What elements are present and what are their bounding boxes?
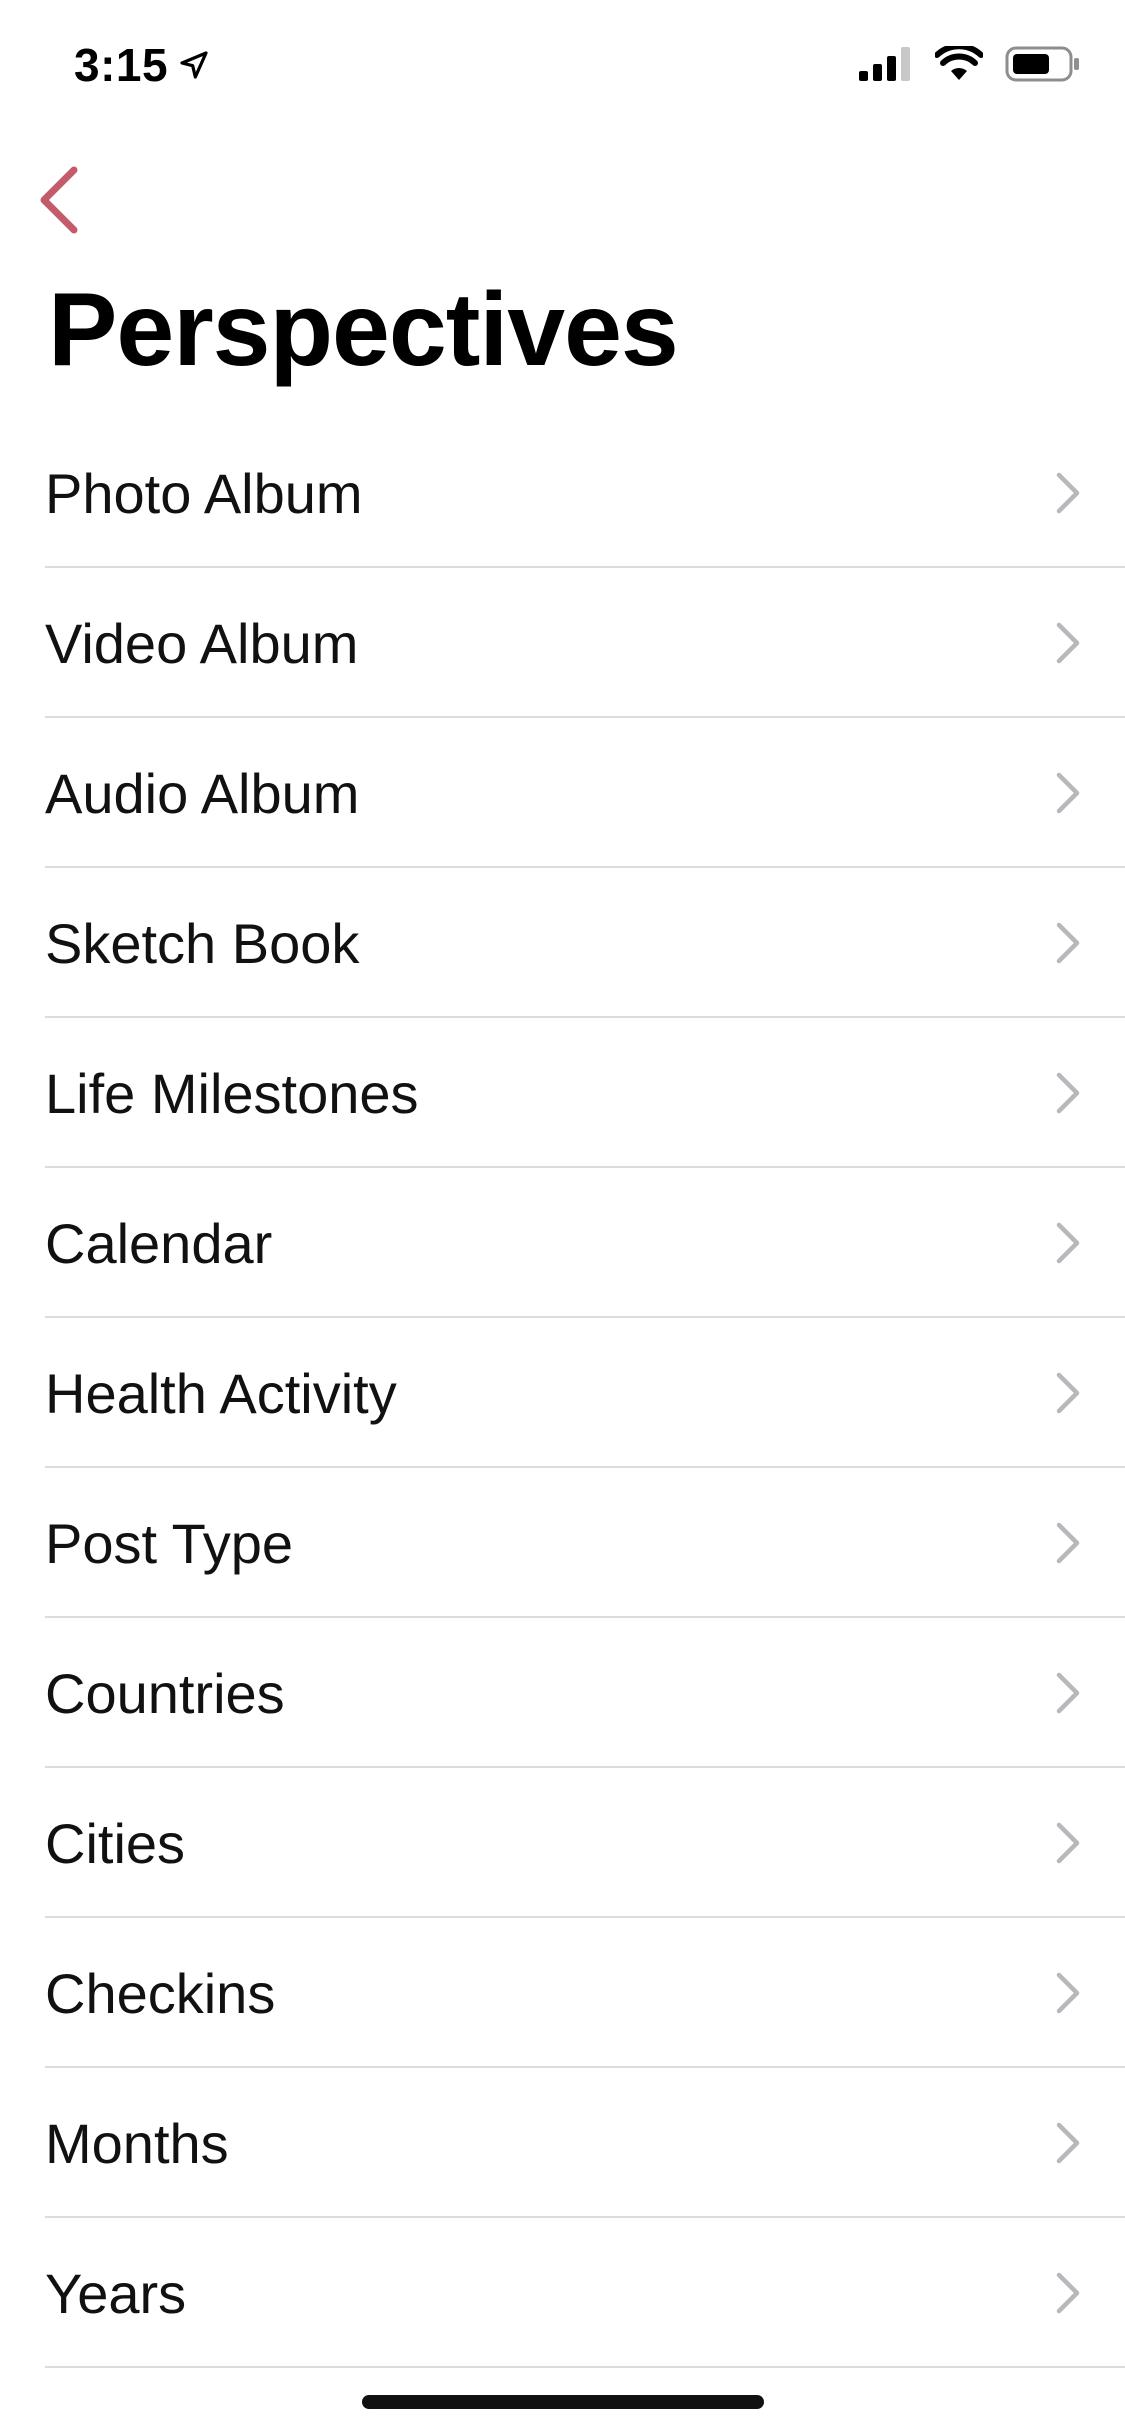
perspectives-list: Photo Album Video Album Audio Album Sket… <box>0 418 1125 2368</box>
list-item[interactable]: Countries <box>0 1618 1125 1768</box>
chevron-right-icon <box>1056 2122 1080 2164</box>
list-item[interactable]: Years <box>0 2218 1125 2368</box>
list-item-label: Years <box>45 2261 187 2325</box>
list-item-label: Audio Album <box>45 761 360 825</box>
list-item-label: Life Milestones <box>45 1061 419 1125</box>
back-button[interactable] <box>18 160 98 240</box>
list-item-label: Cities <box>45 1811 186 1875</box>
chevron-left-icon <box>40 166 78 234</box>
chevron-right-icon <box>1056 472 1080 514</box>
list-item-label: Health Activity <box>45 1361 397 1425</box>
list-item[interactable]: Months <box>0 2068 1125 2218</box>
list-item-label: Sketch Book <box>45 911 360 975</box>
chevron-right-icon <box>1056 1672 1080 1714</box>
status-bar: 3:15 <box>0 0 1125 140</box>
chevron-right-icon <box>1056 1072 1080 1114</box>
status-icons <box>859 46 1081 82</box>
list-item[interactable]: Cities <box>0 1768 1125 1918</box>
list-item[interactable]: Video Album <box>0 568 1125 718</box>
chevron-right-icon <box>1056 922 1080 964</box>
status-time: 3:15 <box>74 38 210 92</box>
list-item-label: Countries <box>45 1661 285 1725</box>
list-item-label: Months <box>45 2111 229 2175</box>
list-item-label: Checkins <box>45 1961 276 2025</box>
list-item[interactable]: Photo Album <box>0 418 1125 568</box>
chevron-right-icon <box>1056 2272 1080 2314</box>
battery-icon <box>1005 46 1079 82</box>
list-item-label: Post Type <box>45 1511 294 1575</box>
list-item[interactable]: Checkins <box>0 1918 1125 2068</box>
chevron-right-icon <box>1056 1822 1080 1864</box>
cellular-signal-icon <box>859 47 910 81</box>
list-item[interactable]: Sketch Book <box>0 868 1125 1018</box>
list-item[interactable]: Calendar <box>0 1168 1125 1318</box>
page-title: Perspectives <box>48 272 679 388</box>
chevron-right-icon <box>1056 622 1080 664</box>
list-item[interactable]: Health Activity <box>0 1318 1125 1468</box>
list-item-label: Calendar <box>45 1211 273 1275</box>
home-indicator[interactable] <box>362 2395 764 2409</box>
chevron-right-icon <box>1056 1522 1080 1564</box>
chevron-right-icon <box>1056 1372 1080 1414</box>
wifi-icon <box>935 46 983 80</box>
list-item[interactable]: Audio Album <box>0 718 1125 868</box>
status-time-text: 3:15 <box>74 39 169 91</box>
chevron-right-icon <box>1056 1222 1080 1264</box>
list-item[interactable]: Post Type <box>0 1468 1125 1618</box>
list-item-label: Video Album <box>45 611 359 675</box>
chevron-right-icon <box>1056 772 1080 814</box>
location-arrow-icon <box>180 51 208 79</box>
list-item[interactable]: Life Milestones <box>0 1018 1125 1168</box>
chevron-right-icon <box>1056 1972 1080 2014</box>
list-item-label: Photo Album <box>45 461 363 525</box>
